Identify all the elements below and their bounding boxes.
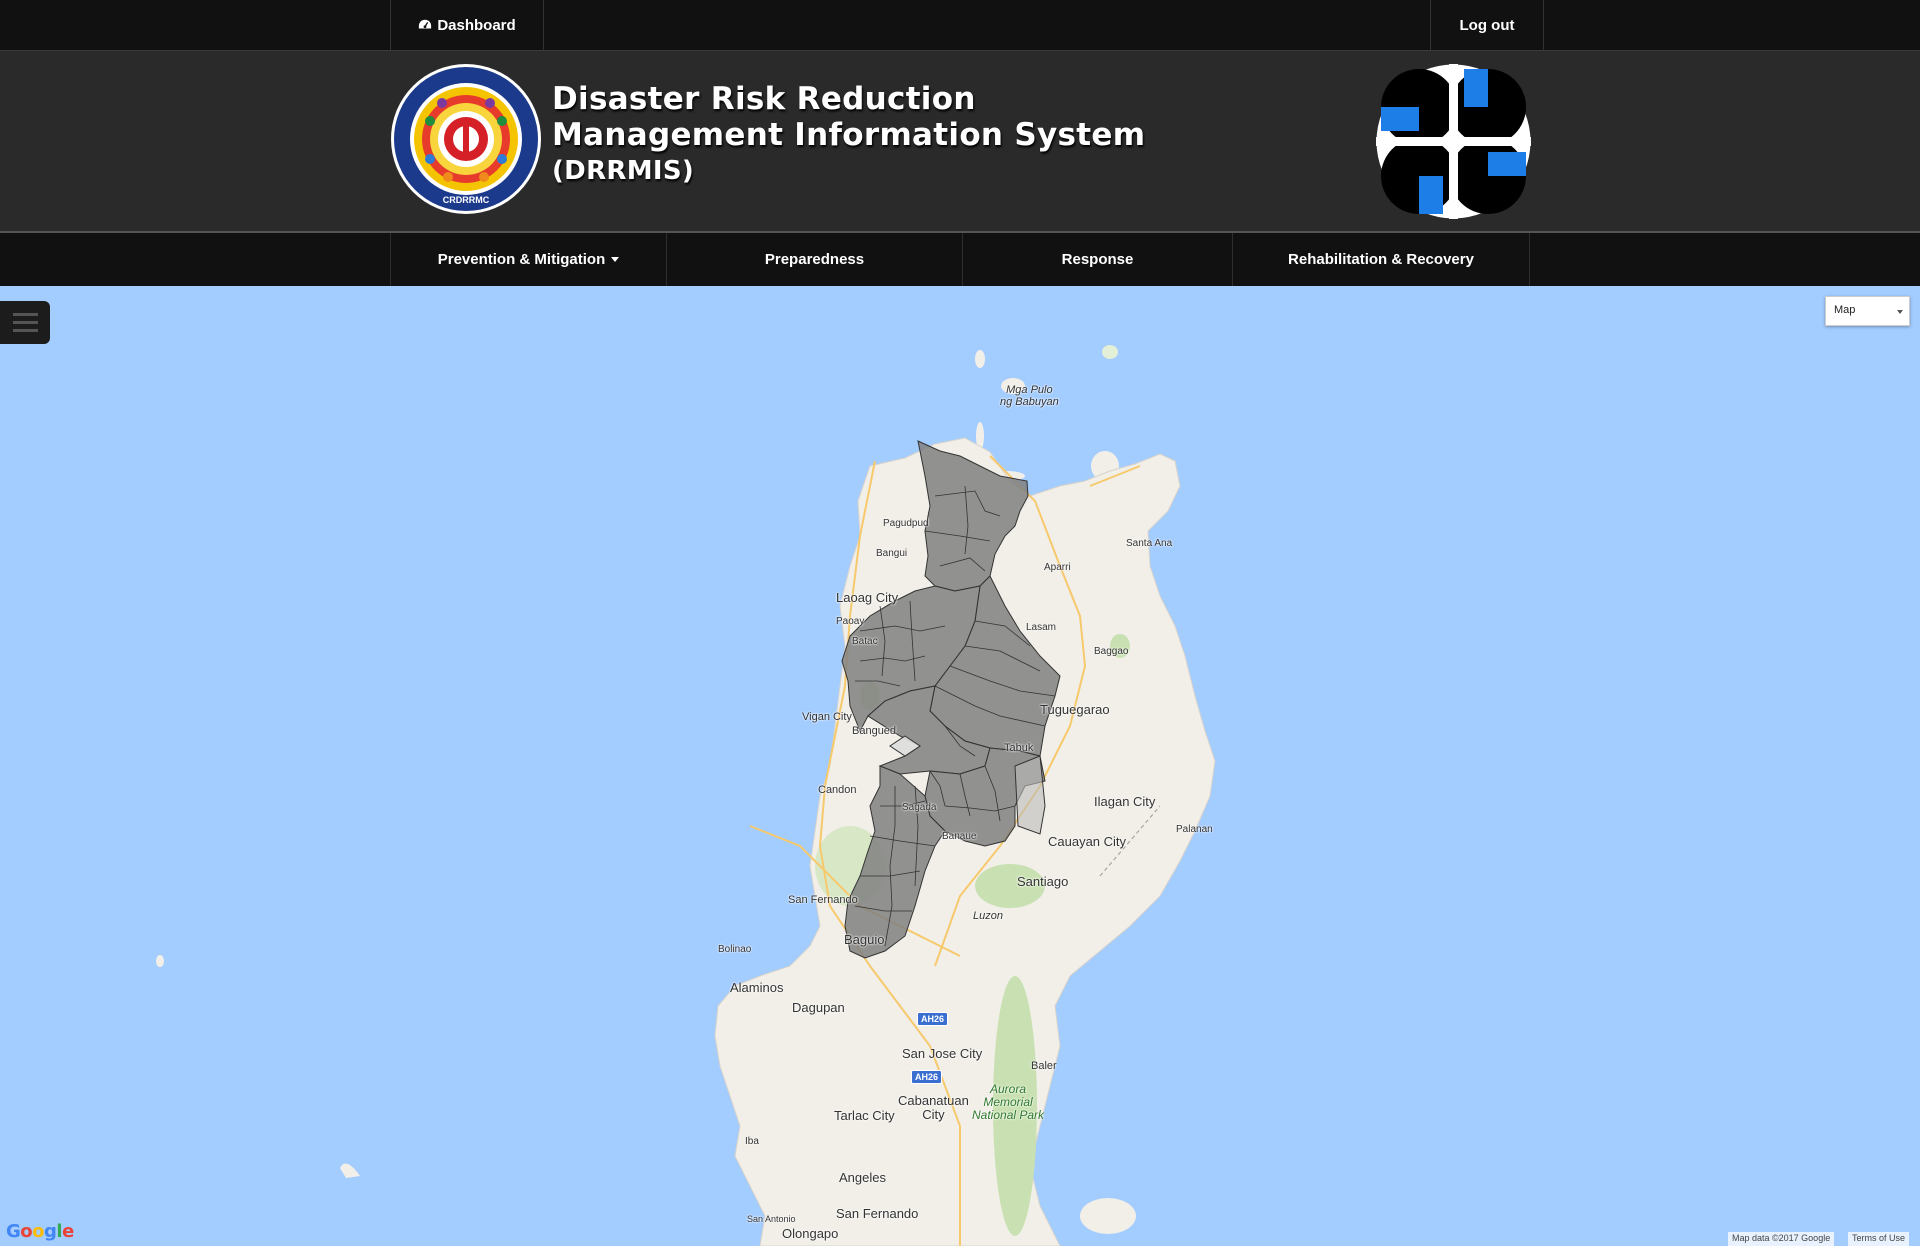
- road-badge-ah26: AH26: [917, 1012, 949, 1026]
- map-label-baler: Baler: [1031, 1060, 1057, 1072]
- map-label-lasam: Lasam: [1026, 622, 1057, 633]
- map-label-laoag: Laoag City: [836, 590, 899, 605]
- island: [1102, 345, 1118, 359]
- map-label-santiago: Santiago: [1017, 874, 1069, 889]
- nav-rehab-label: Rehabilitation & Recovery: [1288, 251, 1474, 268]
- dashboard-label: Dashboard: [437, 16, 516, 34]
- top-bar: Dashboard Log out: [0, 0, 1920, 51]
- road-badge-ah26: AH26: [911, 1070, 943, 1084]
- map-label-luzon: Luzon: [973, 910, 1003, 922]
- map-label-banaue: Banaue: [942, 831, 977, 842]
- map-label-santa-ana: Santa Ana: [1126, 538, 1173, 549]
- island: [975, 350, 985, 368]
- map-label-san-antonio: San Antonio: [747, 1214, 796, 1224]
- menu-icon-bar: [13, 321, 38, 324]
- map-label-bolinao: Bolinao: [718, 944, 752, 955]
- map-label-pagudpud: Pagudpud: [883, 518, 929, 529]
- map-label-bangued: Bangued: [852, 725, 897, 737]
- map-label-dagupan: Dagupan: [792, 1000, 845, 1015]
- map-type-value: Map: [1834, 304, 1856, 316]
- nav-preparedness-label: Preparedness: [764, 251, 865, 268]
- map-label-baggao: Baggao: [1094, 646, 1129, 657]
- caret-down-icon: [611, 257, 620, 262]
- title-line-3: (DRRMIS): [552, 156, 695, 186]
- map-label-babuyan: Mga Pulo ng Babuyan: [1000, 384, 1059, 408]
- map-label-candon: Candon: [818, 784, 857, 796]
- dashboard-button[interactable]: Dashboard: [390, 0, 544, 50]
- map-label-tabuk: Tabuk: [1004, 742, 1034, 754]
- map-label-batac: Batac: [852, 636, 878, 647]
- map-view[interactable]: Mga Pulo ng Babuyan Pagudpud Bangui Sant…: [0, 286, 1920, 1246]
- map-label-aurora-park: Aurora Memorial National Park: [972, 1082, 1045, 1122]
- svg-text:CRDRRMC: CRDRRMC: [443, 195, 490, 205]
- map-label-tuguegarao: Tuguegarao: [1040, 702, 1110, 717]
- map-label-bangui: Bangui: [876, 548, 908, 559]
- map-label-vigan: Vigan City: [802, 711, 852, 723]
- nav-preparedness[interactable]: Preparedness: [666, 233, 962, 286]
- map-label-sagada: Sagada: [902, 802, 937, 813]
- ocd-logo: [1376, 64, 1531, 219]
- title-line-1: Disaster Risk Reduction: [552, 81, 976, 117]
- island: [156, 955, 164, 967]
- map-label-iba: Iba: [745, 1136, 759, 1147]
- nav-response[interactable]: Response: [962, 233, 1232, 286]
- nav-rehabilitation-recovery[interactable]: Rehabilitation & Recovery: [1232, 233, 1530, 286]
- map-label-ilagan: Ilagan City: [1094, 794, 1156, 809]
- map-label-san-fernando-pa: San Fernando: [836, 1206, 919, 1221]
- sidebar-toggle-button[interactable]: [0, 301, 50, 344]
- dashboard-icon: [419, 19, 432, 29]
- map-label-palanan: Palanan: [1176, 824, 1213, 835]
- map-label-baguio: Baguio: [844, 932, 885, 947]
- title-line-2: Management Information System: [552, 117, 1146, 153]
- map-label-cabanatuan: Cabanatuan City: [898, 1093, 969, 1122]
- map-label-san-jose: San Jose City: [902, 1046, 983, 1061]
- map-label-tarlac: Tarlac City: [834, 1108, 895, 1123]
- map-attribution[interactable]: Map data ©2017 Google: [1728, 1232, 1835, 1246]
- region-ifugao-east[interactable]: [1014, 755, 1046, 835]
- map-label-paoay: Paoay: [836, 616, 865, 627]
- crdrrmc-seal-logo: CRDRRMC: [391, 64, 541, 214]
- island: [340, 1163, 360, 1178]
- map-type-select[interactable]: Map: [1825, 296, 1910, 326]
- logout-label: Log out: [1459, 16, 1515, 34]
- menu-icon-bar: [13, 329, 38, 332]
- map-label-angeles: Angeles: [839, 1170, 886, 1185]
- map-label-olongapo: Olongapo: [782, 1226, 839, 1241]
- app-title: Disaster Risk Reduction Management Infor…: [552, 81, 1145, 189]
- google-logo[interactable]: Google: [6, 1221, 74, 1242]
- site-header: CRDRRMC Disaster Risk Reduction Manageme…: [0, 51, 1920, 233]
- map-label-alaminos: Alaminos: [730, 980, 784, 995]
- main-navigation: Prevention & Mitigation Preparedness Res…: [0, 233, 1920, 286]
- island: [1080, 1198, 1136, 1234]
- terms-of-use-link[interactable]: Terms of Use: [1848, 1232, 1910, 1246]
- map-label-cauayan: Cauayan City: [1048, 834, 1127, 849]
- map-label-aparri: Aparri: [1044, 562, 1071, 573]
- map-label-san-fernando-lu: San Fernando: [788, 894, 858, 906]
- nav-prevention-mitigation[interactable]: Prevention & Mitigation: [390, 233, 666, 286]
- nav-prevention-label: Prevention & Mitigation: [437, 251, 606, 268]
- menu-icon-bar: [13, 313, 38, 316]
- logout-button[interactable]: Log out: [1430, 0, 1544, 50]
- chevron-down-icon: [1897, 310, 1903, 314]
- nav-response-label: Response: [1061, 251, 1134, 268]
